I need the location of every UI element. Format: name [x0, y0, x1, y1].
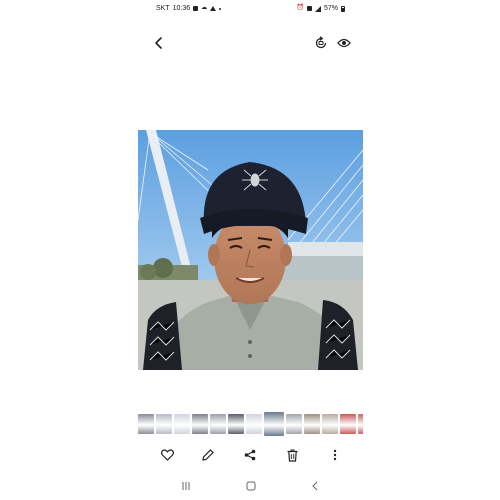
status-bar: SKT 10:36 ☁ ⏰ 57% [138, 0, 363, 18]
battery-percent: 57% [323, 5, 338, 12]
rotate-icon [315, 36, 327, 49]
heart-icon [160, 449, 174, 461]
briefcase-icon [193, 6, 199, 11]
dot-icon [219, 7, 222, 10]
eye-icon [337, 38, 351, 48]
status-left: SKT 10:36 ☁ [156, 5, 222, 12]
share-button[interactable] [241, 446, 259, 464]
back-nav-icon [312, 481, 318, 491]
thumbnail[interactable] [358, 414, 363, 434]
volte-icon [306, 6, 312, 11]
recents-button[interactable] [178, 478, 194, 494]
carrier-label: SKT [156, 5, 170, 12]
clock: 10:36 [172, 5, 191, 12]
rotate-button[interactable] [312, 34, 330, 52]
thumbnail[interactable] [322, 414, 338, 434]
thumbnail[interactable] [210, 414, 226, 434]
thumbnail[interactable] [138, 414, 154, 434]
cloud-icon: ☁ [201, 5, 208, 11]
signal-icon [314, 5, 321, 12]
view-button[interactable] [335, 34, 353, 52]
thumbnail[interactable] [246, 414, 262, 434]
alarm-icon: ⏰ [296, 5, 304, 11]
favorite-button[interactable] [158, 446, 176, 464]
delete-button[interactable] [283, 446, 301, 464]
system-nav-bar [138, 476, 363, 496]
photo-image [138, 130, 363, 370]
nav-back-button[interactable] [307, 478, 323, 494]
thumbnail[interactable] [304, 414, 320, 434]
recents-icon [182, 482, 190, 490]
thumbnail[interactable] [286, 414, 302, 434]
thumbnail[interactable] [340, 414, 356, 434]
thumbnail-current[interactable] [263, 412, 285, 436]
thumbnail[interactable] [156, 414, 172, 434]
status-right: ⏰ 57% [296, 5, 345, 12]
more-options-button[interactable] [326, 446, 344, 464]
gallery-viewer-screen: SKT 10:36 ☁ ⏰ 57% [138, 0, 363, 500]
thumbnail[interactable] [192, 414, 208, 434]
home-icon [246, 481, 256, 491]
thumbnail-strip [138, 412, 363, 436]
share-icon [244, 449, 256, 461]
more-icon [333, 449, 337, 461]
action-bar [138, 443, 363, 467]
home-button[interactable] [243, 478, 259, 494]
trash-icon [287, 449, 297, 462]
back-button[interactable] [150, 34, 168, 52]
edit-icon [202, 449, 214, 461]
thumbnail[interactable] [228, 414, 244, 434]
warning-icon [210, 6, 217, 11]
back-icon [155, 37, 162, 49]
selfie-photo[interactable] [138, 130, 363, 370]
battery-icon [341, 5, 345, 12]
top-bar [138, 30, 363, 56]
edit-button[interactable] [199, 446, 217, 464]
thumbnail[interactable] [174, 414, 190, 434]
